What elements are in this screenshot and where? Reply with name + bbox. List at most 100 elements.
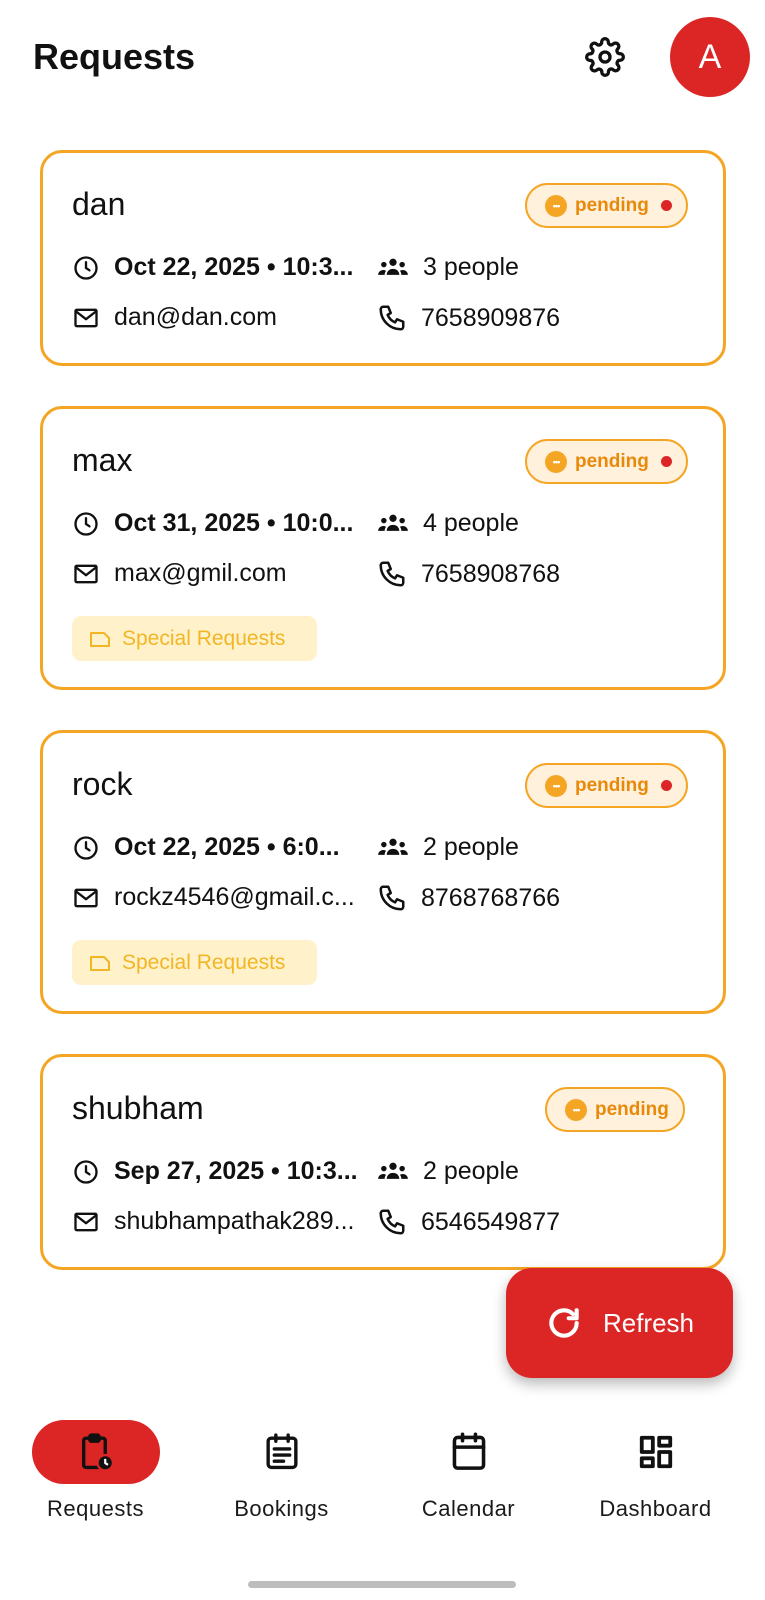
pending-icon	[565, 1098, 587, 1121]
note-icon	[90, 955, 110, 971]
dashboard-grid-icon	[639, 1435, 672, 1469]
group-icon	[378, 838, 408, 855]
nav-active-indicator	[31, 1420, 160, 1484]
phone-icon	[379, 1209, 405, 1235]
people-count: 2 people	[423, 833, 519, 861]
nav-label: Dashboard	[599, 1496, 712, 1521]
requests-screen: Requests A dan pending Oct 22, 2025 • 10…	[0, 0, 765, 1600]
status-label: pending	[595, 1098, 669, 1120]
pending-icon	[545, 774, 567, 797]
datetime-text: Oct 22, 2025 • 10:3...	[114, 253, 354, 281]
nav-icon-wrap	[405, 1420, 533, 1484]
calendar-icon	[452, 1432, 485, 1470]
request-card[interactable]: rock pending Oct 22, 2025 • 6:0... 2 peo…	[40, 730, 726, 1014]
people-row: 2 people	[377, 833, 697, 862]
people-count: 4 people	[423, 509, 519, 537]
unread-dot	[660, 780, 672, 791]
nav-item-dashboard[interactable]: Dashboard	[560, 1420, 751, 1522]
request-card[interactable]: dan pending Oct 22, 2025 • 10:3... 3 peo…	[40, 150, 726, 366]
datetime-row: Oct 22, 2025 • 6:0...	[72, 833, 377, 862]
settings-button[interactable]	[583, 35, 627, 79]
status-label: pending	[575, 450, 649, 472]
clock-icon	[74, 835, 98, 860]
nav-item-requests[interactable]: Requests	[0, 1420, 191, 1522]
status-label: pending	[575, 194, 649, 216]
phone-text: 6546549877	[421, 1207, 561, 1236]
phone-icon	[379, 885, 405, 911]
clock-icon	[74, 511, 98, 536]
nav-icon-wrap	[592, 1420, 720, 1484]
phone-icon	[379, 305, 405, 331]
people-count: 2 people	[423, 1157, 519, 1185]
note-icon	[90, 631, 110, 647]
status-badge: pending	[525, 439, 688, 484]
nav-item-calendar[interactable]: Calendar	[373, 1420, 564, 1522]
datetime-text: Oct 22, 2025 • 6:0...	[114, 833, 340, 861]
people-row: 3 people	[377, 253, 697, 282]
people-row: 4 people	[377, 509, 697, 538]
group-icon	[378, 258, 408, 275]
list-doc-icon	[265, 1433, 298, 1470]
datetime-text: Oct 31, 2025 • 10:0...	[114, 509, 354, 537]
refresh-icon	[549, 1308, 579, 1338]
phone-text: 7658909876	[421, 303, 561, 332]
clock-icon	[74, 255, 98, 280]
unread-dot	[660, 456, 672, 467]
refresh-label: Refresh	[602, 1307, 695, 1338]
page-title: Requests	[33, 36, 196, 77]
mail-icon	[74, 564, 98, 583]
phone-row: 8768768766	[377, 883, 697, 913]
mail-icon	[74, 308, 98, 327]
email-row: shubhampathak289...	[72, 1207, 377, 1236]
status-label: pending	[575, 774, 649, 796]
nav-icon-wrap	[218, 1420, 346, 1484]
email-row: rockz4546@gmail.c...	[72, 883, 377, 912]
refresh-button[interactable]: Refresh	[506, 1268, 733, 1378]
home-indicator	[248, 1581, 516, 1588]
request-name: shubham	[72, 1090, 204, 1126]
phone-row: 6546549877	[377, 1207, 697, 1237]
special-requests-chip[interactable]: Special Requests	[72, 616, 317, 661]
special-requests-label: Special Requests	[122, 950, 286, 974]
datetime-row: Oct 22, 2025 • 10:3...	[72, 253, 377, 282]
clipboard-clock-icon	[81, 1433, 114, 1472]
email-text: rockz4546@gmail.c...	[114, 883, 355, 911]
status-badge: pending	[545, 1087, 685, 1132]
email-text: dan@dan.com	[114, 303, 277, 331]
mail-icon	[74, 1212, 98, 1231]
people-count: 3 people	[423, 253, 519, 281]
datetime-row: Sep 27, 2025 • 10:3...	[72, 1157, 377, 1186]
phone-row: 7658909876	[377, 303, 697, 333]
group-icon	[378, 1162, 408, 1179]
email-row: dan@dan.com	[72, 303, 377, 332]
datetime-text: Sep 27, 2025 • 10:3...	[114, 1157, 358, 1185]
email-text: max@gmil.com	[114, 559, 287, 587]
mail-icon	[74, 888, 98, 907]
pending-icon	[545, 194, 567, 217]
datetime-row: Oct 31, 2025 • 10:0...	[72, 509, 377, 538]
unread-dot	[660, 200, 672, 211]
nav-item-bookings[interactable]: Bookings	[186, 1420, 377, 1522]
clock-icon	[74, 1159, 98, 1184]
phone-row: 7658908768	[377, 559, 697, 589]
special-requests-label: Special Requests	[122, 626, 286, 650]
request-card[interactable]: shubham pending Sep 27, 2025 • 10:3... 2…	[40, 1054, 726, 1270]
request-name: rock	[72, 766, 133, 802]
bottom-nav: Requests Bookings Calendar Dashboard	[0, 1420, 765, 1560]
request-name: max	[72, 442, 133, 478]
request-card[interactable]: max pending Oct 31, 2025 • 10:0... 4 peo…	[40, 406, 726, 690]
special-requests-chip[interactable]: Special Requests	[72, 940, 317, 985]
avatar[interactable]: A	[670, 17, 750, 97]
phone-icon	[379, 561, 405, 587]
phone-text: 8768768766	[421, 883, 561, 912]
people-row: 2 people	[377, 1157, 697, 1186]
nav-label: Bookings	[234, 1496, 329, 1521]
nav-label: Requests	[47, 1496, 144, 1521]
nav-label: Calendar	[421, 1496, 516, 1521]
group-icon	[378, 514, 408, 531]
phone-text: 7658908768	[421, 559, 561, 588]
app-header: Requests A	[0, 0, 765, 115]
email-text: shubhampathak289...	[114, 1207, 355, 1235]
request-name: dan	[72, 186, 126, 222]
status-badge: pending	[525, 763, 688, 808]
